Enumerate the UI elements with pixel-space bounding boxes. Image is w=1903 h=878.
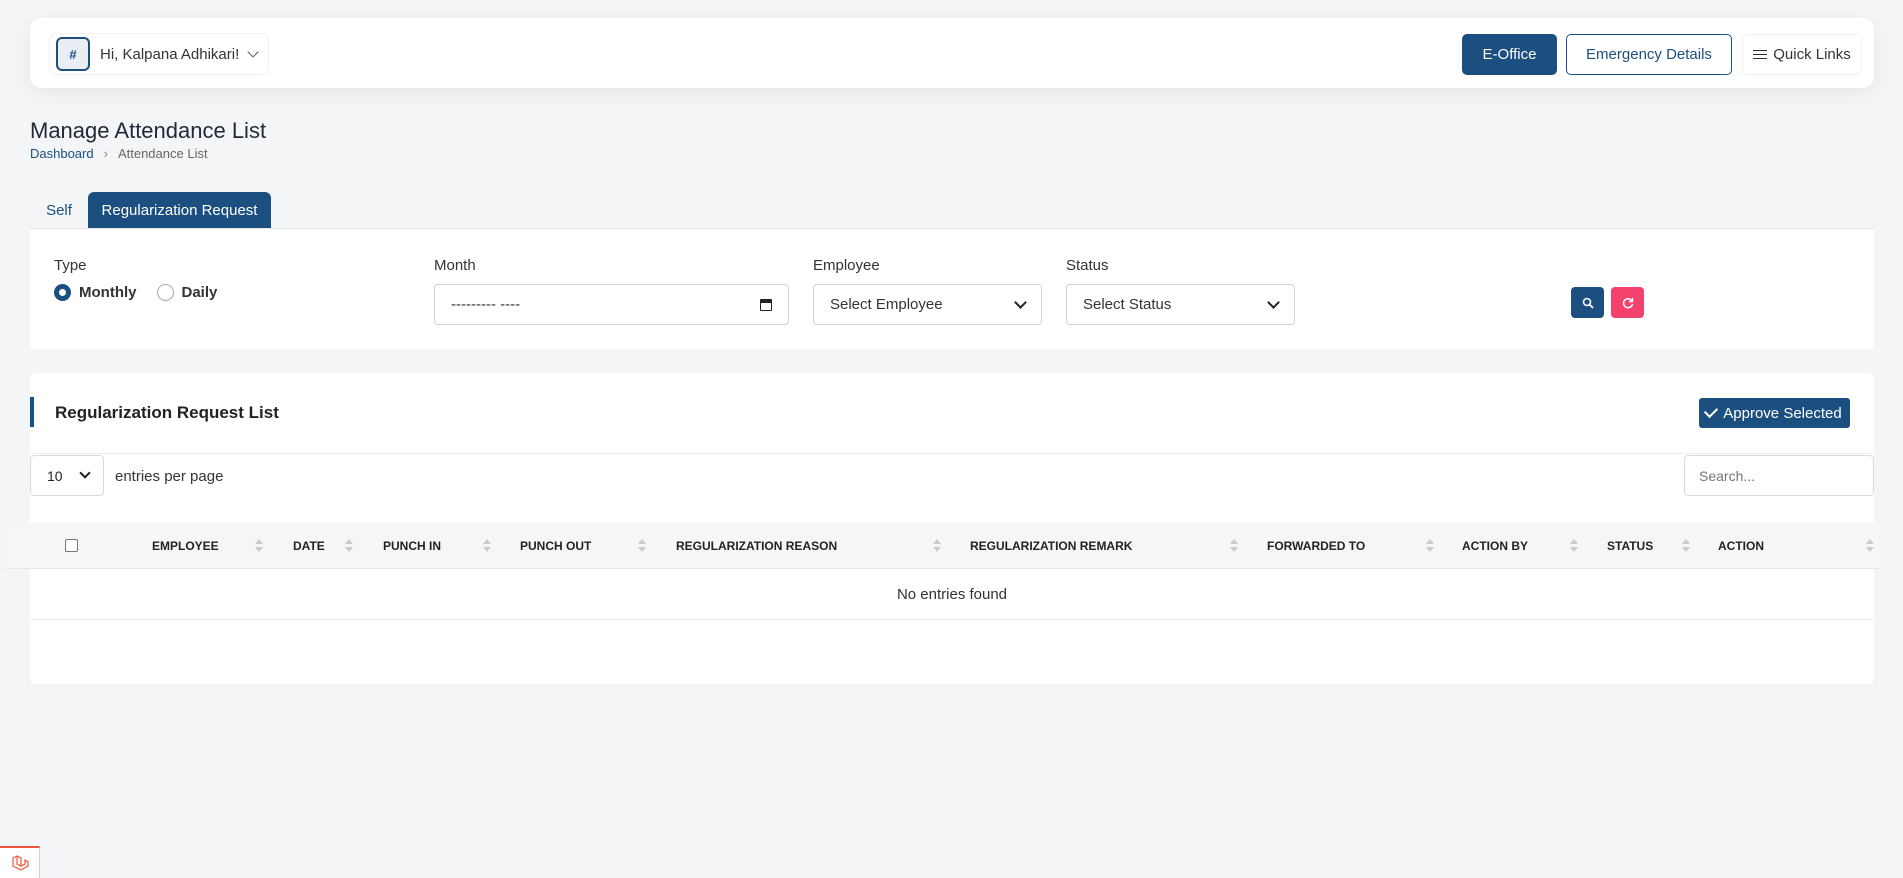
status-label: Status (1066, 257, 1109, 274)
sort-icon[interactable] (255, 539, 263, 553)
tab-regularization-request[interactable]: Regularization Request (88, 192, 271, 228)
employee-label: Employee (813, 257, 880, 274)
sort-icon[interactable] (933, 539, 941, 553)
status-select[interactable]: Select Status (1066, 284, 1295, 325)
radio-monthly-label: Monthly (79, 284, 137, 301)
column-header-employee[interactable]: EMPLOYEE (152, 523, 219, 569)
column-header-regularization-remark[interactable]: REGULARIZATION REMARK (970, 523, 1132, 569)
column-header-regularization-reason[interactable]: REGULARIZATION REASON (676, 523, 837, 569)
sort-icon[interactable] (638, 539, 646, 553)
quick-links-label: Quick Links (1773, 46, 1851, 63)
radio-daily[interactable] (156, 284, 174, 301)
column-header-status[interactable]: STATUS (1607, 523, 1653, 569)
employee-select[interactable]: Select Employee (813, 284, 1042, 325)
column-header-punch-in[interactable]: PUNCH IN (383, 523, 441, 569)
approve-selected-button[interactable]: Approve Selected (1699, 398, 1850, 428)
column-header-action-by[interactable]: ACTION BY (1462, 523, 1528, 569)
refresh-icon (1622, 297, 1633, 308)
sort-icon[interactable] (1230, 539, 1238, 553)
chevron-down-icon (1014, 295, 1027, 309)
list-icon (1753, 49, 1768, 61)
emergency-details-button[interactable]: Emergency Details (1566, 34, 1732, 75)
sort-icon[interactable] (1426, 539, 1434, 553)
regularization-list-card: Regularization Request List Approve Sele… (5, 373, 1879, 684)
radio-daily-label: Daily (181, 284, 218, 301)
sort-icon[interactable] (345, 539, 353, 553)
entries-per-page-label: entries per page (115, 468, 224, 485)
sort-icon[interactable] (483, 539, 491, 553)
breadcrumb: Dashboard › Attendance List (30, 146, 208, 161)
laravel-icon (11, 855, 29, 871)
column-header-action[interactable]: ACTION (1718, 523, 1764, 569)
select-all-checkbox[interactable] (65, 539, 78, 552)
month-value: --------- ---- (451, 296, 521, 313)
table-search-input[interactable] (1684, 455, 1874, 496)
sort-icon[interactable] (1570, 539, 1578, 553)
check-icon (1704, 403, 1719, 419)
month-input[interactable]: --------- ---- (434, 284, 789, 325)
radio-monthly[interactable] (54, 284, 71, 301)
tab-self[interactable]: Self (32, 192, 86, 228)
empty-message: No entries found (896, 585, 1008, 603)
top-header: # Hi, Kalpana Adhikari! E-Office Emergen… (30, 18, 1874, 88)
column-header-date[interactable]: DATE (293, 523, 325, 569)
list-title: Regularization Request List (55, 403, 279, 422)
filter-panel: Type Monthly Daily Month --------- ---- … (30, 228, 1874, 349)
type-label: Type (54, 257, 87, 274)
employee-select-value: Select Employee (830, 296, 943, 313)
chevron-down-icon (1267, 295, 1280, 309)
calendar-icon[interactable] (760, 298, 772, 311)
breadcrumb-dashboard-link[interactable]: Dashboard (30, 146, 94, 161)
entries-per-page-select[interactable]: 10 (30, 455, 104, 496)
reset-button[interactable] (1611, 287, 1644, 318)
chevron-down-icon (247, 46, 259, 58)
entries-value: 10 (47, 467, 63, 484)
avatar: # (56, 37, 90, 71)
search-button[interactable] (1571, 287, 1604, 318)
sort-icon[interactable] (1866, 539, 1874, 553)
user-greeting: Hi, Kalpana Adhikari! (100, 45, 240, 63)
chevron-right-icon: › (103, 146, 108, 161)
divider (30, 453, 1874, 454)
month-label: Month (434, 257, 476, 274)
sort-icon[interactable] (1682, 539, 1690, 553)
page: # Hi, Kalpana Adhikari! E-Office Emergen… (0, 0, 1903, 878)
column-header-punch-out[interactable]: PUNCH OUT (520, 523, 591, 569)
debugbar-logo-icon[interactable] (0, 846, 40, 878)
approve-selected-label: Approve Selected (1723, 404, 1842, 422)
quick-links-button[interactable]: Quick Links (1742, 34, 1862, 75)
chevron-down-icon (79, 467, 91, 479)
column-header-forwarded-to[interactable]: FORWARDED TO (1267, 523, 1365, 569)
table-header: EMPLOYEE DATE PUNCH IN PUNCH OUT REGULAR… (5, 523, 1879, 569)
breadcrumb-current: Attendance List (117, 146, 208, 161)
title-accent-bar (30, 397, 34, 427)
user-menu[interactable]: # Hi, Kalpana Adhikari! (49, 33, 269, 75)
eoffice-button[interactable]: E-Office (1462, 34, 1557, 75)
type-radio-group: Monthly Daily (54, 284, 229, 301)
table-empty-row: No entries found (30, 569, 1874, 620)
page-title: Manage Attendance List (30, 118, 267, 143)
search-icon (1582, 297, 1594, 309)
status-select-value: Select Status (1083, 296, 1172, 313)
